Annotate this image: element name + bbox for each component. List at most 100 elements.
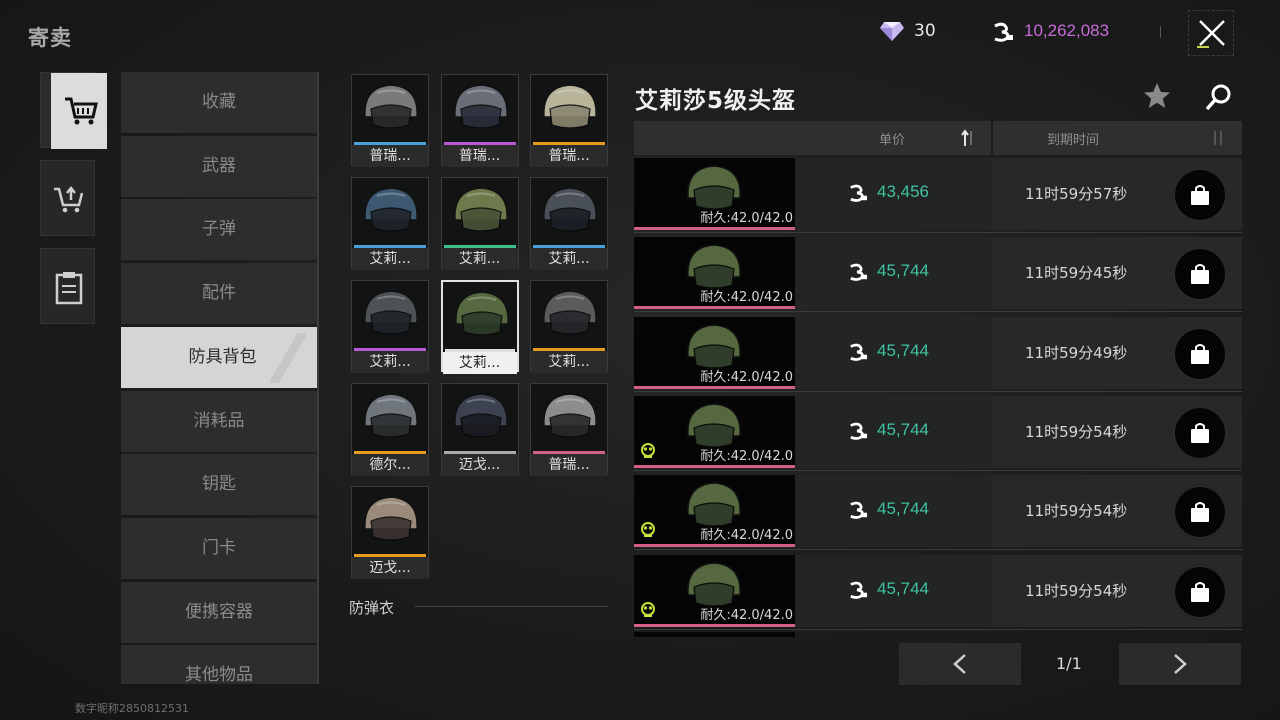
sort-icon[interactable]	[1211, 128, 1225, 148]
category-item[interactable]: 便携容器	[121, 581, 317, 643]
sort-icon[interactable]	[961, 128, 975, 148]
column-expire-label: 到期时间	[1047, 133, 1100, 148]
listing-thumbnail[interactable]: 耐久:42.0/42.0	[634, 158, 795, 230]
item-tile[interactable]: 迈戈...	[351, 486, 429, 579]
listing-next-peek	[634, 632, 795, 637]
item-tile[interactable]: 普瑞...	[530, 383, 608, 476]
item-tile[interactable]: 普瑞...	[440, 74, 519, 167]
helmet-icon	[543, 290, 597, 335]
item-tile[interactable]: 普瑞...	[530, 74, 608, 167]
listing-price: 45,744	[877, 499, 929, 519]
close-button[interactable]	[1188, 10, 1234, 56]
item-tile-label: 德尔...	[352, 454, 428, 476]
category-item[interactable]: 钥匙	[121, 454, 317, 516]
item-tile[interactable]: 德尔...	[351, 383, 429, 476]
rarity-stripe	[634, 623, 795, 627]
shopping-bag-icon	[1191, 185, 1209, 205]
listing-expire-time: 11时59分49秒	[1025, 343, 1128, 362]
diamond-count: 30	[914, 21, 936, 41]
item-tile[interactable]: 艾莉...	[440, 280, 519, 374]
item-detail-title: 艾莉莎5级头盔	[635, 88, 797, 114]
category-item[interactable]: 收藏	[121, 72, 317, 133]
item-tile[interactable]: 艾莉...	[440, 177, 519, 270]
listing-row: 耐久:42.0/42.0 45,744 11时59分49秒	[634, 316, 1242, 394]
close-icon	[1197, 20, 1225, 48]
listing-thumbnail[interactable]: 耐久:42.0/42.0	[634, 395, 795, 468]
buy-button[interactable]	[1174, 169, 1226, 221]
category-item[interactable]: 消耗品	[121, 390, 317, 452]
coin-icon	[850, 263, 867, 282]
item-tile[interactable]: 普瑞...	[351, 74, 429, 167]
table-header-price[interactable]: 单价	[795, 121, 991, 155]
item-tile-label: 艾莉...	[352, 248, 428, 270]
item-tile[interactable]: 艾莉...	[351, 280, 429, 373]
buy-button[interactable]	[1174, 406, 1226, 459]
listing-row: 耐久:42.0/42.0 45,744 11时59分45秒	[634, 237, 1242, 314]
helmet-icon	[453, 187, 508, 232]
item-tile[interactable]: 艾莉...	[530, 177, 608, 270]
category-item[interactable]: 其他物品	[121, 645, 317, 684]
buy-button[interactable]	[1174, 565, 1226, 618]
cart-icon	[65, 97, 98, 125]
item-tile-label: 普瑞...	[531, 454, 607, 476]
listing-expire-time: 11时59分45秒	[1025, 264, 1128, 283]
divider	[634, 469, 1242, 471]
item-tile[interactable]: 艾莉...	[351, 177, 429, 270]
prev-page-button[interactable]	[899, 643, 1021, 685]
page-indicator: 1/1	[1056, 654, 1082, 673]
item-tile[interactable]: 艾莉...	[530, 280, 608, 373]
gas-mask-icon	[641, 442, 655, 458]
listing-thumbnail[interactable]: 耐久:42.0/42.0	[634, 237, 795, 310]
rarity-stripe	[634, 227, 795, 230]
listing-row: 耐久:42.0/42.0 43,456 11时59分57秒	[634, 158, 1242, 235]
buy-button[interactable]	[1174, 486, 1226, 539]
listing-thumbnail[interactable]: 耐久:42.0/42.0	[634, 475, 795, 548]
item-tile-label: 普瑞...	[352, 145, 428, 167]
category-item[interactable]: 子弹	[121, 199, 317, 261]
helmet-icon	[364, 393, 418, 438]
buy-button[interactable]	[1174, 248, 1226, 301]
buy-button[interactable]	[1174, 327, 1226, 380]
cart-upload-icon	[54, 185, 84, 213]
item-tile[interactable]: 迈戈...	[440, 383, 519, 476]
diamond-icon	[880, 22, 904, 41]
divider	[1160, 26, 1161, 38]
rarity-stripe	[634, 306, 795, 310]
rarity-stripe	[634, 544, 795, 548]
category-scrollbar[interactable]	[317, 72, 319, 684]
item-tile-label: 艾莉...	[531, 248, 607, 270]
shopping-bag-icon	[1191, 343, 1209, 364]
table-header-expire[interactable]: 到期时间	[993, 121, 1242, 155]
category-list: 收藏 武器 子弹 配件 防具背包 消耗品 钥匙 门卡 便携容器 其他物品	[121, 72, 317, 684]
divider	[634, 311, 1242, 313]
listing-thumbnail[interactable]: 耐久:42.0/42.0	[634, 554, 795, 627]
star-icon[interactable]	[1143, 82, 1171, 110]
next-page-button[interactable]	[1119, 643, 1241, 685]
listing-expire-time: 11时59分54秒	[1025, 502, 1128, 521]
durability-text: 耐久:42.0/42.0	[700, 607, 793, 623]
helmet-icon	[364, 84, 418, 129]
section-header-vest[interactable]: 防弹衣	[349, 597, 394, 618]
item-tile-label: 艾莉...	[531, 351, 607, 373]
coin-icon	[850, 422, 867, 440]
listing-thumbnail[interactable]: 耐久:42.0/42.0	[634, 316, 795, 389]
category-item[interactable]: 门卡	[121, 517, 317, 579]
listing-expire-time: 11时59分54秒	[1025, 581, 1128, 600]
clipboard-icon	[55, 272, 83, 305]
listing-price: 45,744	[877, 261, 929, 281]
nav-tab-records[interactable]	[40, 248, 95, 324]
listing-price: 45,744	[877, 578, 929, 598]
category-item[interactable]: 配件	[121, 263, 317, 325]
listing-expire-time: 11时59分57秒	[1025, 185, 1128, 203]
coin-icon	[850, 343, 867, 361]
shopping-bag-icon	[1191, 502, 1209, 523]
table-header-item	[634, 121, 795, 155]
nav-tab-sell[interactable]	[40, 160, 95, 236]
chevron-left-icon	[953, 654, 966, 674]
search-icon[interactable]	[1204, 82, 1234, 112]
rarity-stripe	[634, 385, 795, 389]
listing-row: 耐久:42.0/42.0 45,744 11时59分54秒	[634, 395, 1242, 473]
nav-tab-buy[interactable]	[40, 72, 107, 149]
category-item[interactable]: 武器	[121, 135, 317, 197]
category-item[interactable]: 防具背包	[121, 326, 317, 388]
